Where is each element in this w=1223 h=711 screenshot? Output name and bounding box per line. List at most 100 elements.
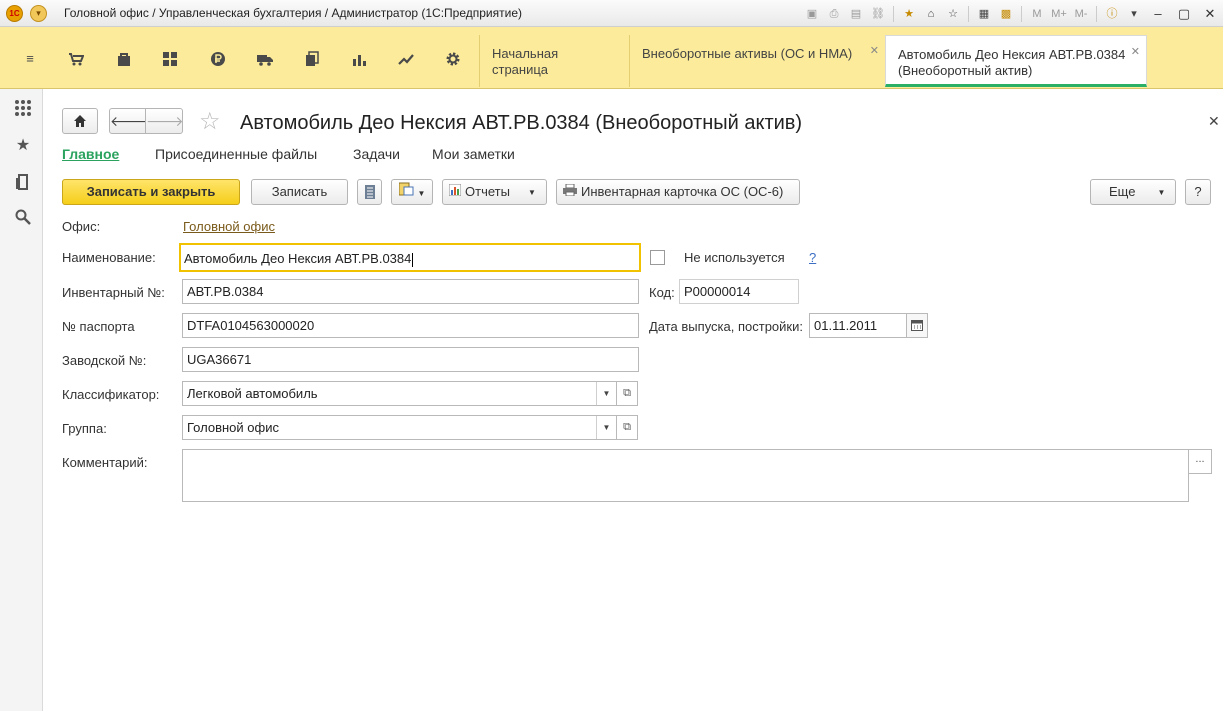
tab-label: Внеоборотные активы (ОС и НМА) xyxy=(642,46,853,61)
favorites-icon[interactable]: ☆ xyxy=(943,4,963,24)
cart-icon[interactable] xyxy=(68,51,85,67)
all-functions-icon[interactable] xyxy=(14,99,32,117)
chevron-down-icon[interactable]: ▼ xyxy=(596,382,616,405)
forward-button[interactable]: 🡒 xyxy=(145,108,184,134)
separator xyxy=(893,5,894,22)
print-icon[interactable]: ⎙ xyxy=(824,4,844,24)
calculator-icon[interactable]: ▦ xyxy=(974,4,994,24)
open-group-button[interactable]: ⧉ xyxy=(616,415,638,440)
star-outline-icon[interactable]: ☆ xyxy=(199,110,221,134)
group-input[interactable]: Головной офис ▼ xyxy=(182,415,617,440)
separator xyxy=(1021,5,1022,22)
favorites-add-icon[interactable]: ★ xyxy=(899,4,919,24)
release-date-input[interactable]: 01.11.2011 xyxy=(809,313,907,338)
section-my-notes[interactable]: Мои заметки xyxy=(432,146,515,162)
save-icon[interactable]: ▣ xyxy=(802,4,822,24)
name-value: Автомобиль Део Нексия АВТ.РВ.0384 xyxy=(184,251,412,266)
classifier-value: Легковой автомобиль xyxy=(187,386,318,401)
help-button[interactable]: ? xyxy=(1185,179,1211,205)
bag-icon[interactable] xyxy=(116,51,132,67)
section-tasks[interactable]: Задачи xyxy=(353,146,400,162)
memory-m-icon[interactable]: M xyxy=(1027,4,1047,24)
window-titlebar: 1С ▾ Головной офис / Управленческая бухг… xyxy=(0,0,1223,27)
code-label: Код: xyxy=(649,285,675,300)
maximize-icon[interactable]: ▢ xyxy=(1171,4,1197,24)
office-link[interactable]: Головной офис xyxy=(183,219,275,234)
memory-plus-icon[interactable]: M+ xyxy=(1049,4,1069,24)
code-input[interactable]: Р00000014 xyxy=(679,279,799,304)
tab-label: Начальная страница xyxy=(492,46,559,77)
section-attached-files[interactable]: Присоединенные файлы xyxy=(155,146,317,162)
warehouse-icon[interactable] xyxy=(162,51,178,67)
release-date-label: Дата выпуска, постройки: xyxy=(649,319,803,334)
truck-icon[interactable] xyxy=(257,51,273,67)
menu-icon[interactable]: ≡ xyxy=(22,51,38,67)
office-label: Офис: xyxy=(62,219,101,234)
group-label: Группа: xyxy=(62,421,107,436)
window-title: Головной офис / Управленческая бухгалтер… xyxy=(64,6,523,20)
separator xyxy=(1096,5,1097,22)
home-button[interactable] xyxy=(62,108,98,134)
memory-minus-icon[interactable]: M- xyxy=(1071,4,1091,24)
calendar-button[interactable] xyxy=(906,313,928,338)
save-button[interactable]: Записать xyxy=(251,179,348,205)
chevron-down-icon[interactable]: ▾ xyxy=(1124,4,1144,24)
open-classifier-button[interactable]: ⧉ xyxy=(616,381,638,406)
minimize-icon[interactable]: – xyxy=(1145,4,1171,24)
gear-icon[interactable] xyxy=(445,51,461,67)
inventory-card-button[interactable]: Инвентарная карточка ОС (ОС-6) xyxy=(556,179,800,205)
name-label: Наименование: xyxy=(62,250,156,265)
sections-bar: ≡ Начальная страница Внеоборотные активы… xyxy=(0,27,1223,89)
more-button[interactable]: Еще ▼ xyxy=(1090,179,1176,205)
name-input[interactable]: Автомобиль Део Нексия АВТ.РВ.0384 xyxy=(179,243,641,272)
reports-label: Отчеты xyxy=(465,184,510,199)
close-icon[interactable]: ✕ xyxy=(1131,44,1140,60)
ruble-icon[interactable] xyxy=(210,51,226,67)
group-value: Головной офис xyxy=(187,420,279,435)
not-used-label: Не используется xyxy=(684,250,785,265)
back-button[interactable]: 🡐 xyxy=(109,108,148,134)
report-icon xyxy=(448,180,462,204)
favorites-star-icon[interactable]: ★ xyxy=(14,137,32,155)
reports-button[interactable]: Отчеты ▼ xyxy=(442,179,547,205)
chevron-down-icon: ▼ xyxy=(417,189,426,198)
not-used-checkbox[interactable] xyxy=(650,250,665,265)
print-icon xyxy=(563,180,577,204)
classifier-input[interactable]: Легковой автомобиль ▼ xyxy=(182,381,617,406)
create-based-on-button[interactable]: ▼ xyxy=(391,179,433,205)
app-logo-icon[interactable]: 1С xyxy=(6,5,23,22)
link-icon[interactable]: ⛓ xyxy=(868,4,888,24)
passport-input[interactable]: DTFA0104563000020 xyxy=(182,313,639,338)
help-link[interactable]: ? xyxy=(809,250,816,265)
create-based-icon xyxy=(398,180,414,204)
tab-fixed-assets[interactable]: Внеоборотные активы (ОС и НМА) ✕ xyxy=(629,35,885,87)
comment-expand-button[interactable]: ... xyxy=(1188,449,1212,474)
page-title: Автомобиль Део Нексия АВТ.РВ.0384 (Внеоб… xyxy=(240,112,803,134)
close-icon[interactable]: ✕ xyxy=(1208,113,1220,130)
structure-button[interactable] xyxy=(357,179,382,205)
bar-chart-icon[interactable] xyxy=(351,51,367,67)
trend-icon[interactable] xyxy=(398,51,414,67)
comment-textarea[interactable] xyxy=(182,449,1189,502)
tab-label: Автомобиль Део Нексия АВТ.РВ.0384 (Внеоб… xyxy=(898,47,1126,78)
preview-icon[interactable]: ▤ xyxy=(846,4,866,24)
factory-number-input[interactable]: UGA36671 xyxy=(182,347,639,372)
history-list-icon[interactable] xyxy=(14,173,32,191)
chevron-down-icon[interactable]: ▼ xyxy=(596,416,616,439)
info-icon[interactable]: ⓘ xyxy=(1102,4,1122,24)
tab-home[interactable]: Начальная страница xyxy=(479,35,629,87)
titlebar-tools: ▣ ⎙ ▤ ⛓ ★ ⌂ ☆ ▦ ▩ M M+ M- ⓘ ▾ – ▢ ✕ xyxy=(801,3,1223,24)
main-menu-icon[interactable]: ▾ xyxy=(30,5,47,22)
inventory-number-input[interactable]: АВТ.РВ.0384 xyxy=(182,279,639,304)
search-icon[interactable] xyxy=(14,209,32,227)
save-and-close-button[interactable]: Записать и закрыть xyxy=(62,179,240,205)
documents-icon[interactable] xyxy=(304,51,320,67)
close-window-icon[interactable]: ✕ xyxy=(1197,4,1223,24)
close-icon[interactable]: ✕ xyxy=(870,43,879,59)
calendar-icon[interactable]: ▩ xyxy=(996,4,1016,24)
section-main[interactable]: Главное xyxy=(62,146,119,162)
passport-label: № паспорта xyxy=(62,319,135,334)
inventory-number-label: Инвентарный №: xyxy=(62,285,165,300)
history-icon[interactable]: ⌂ xyxy=(921,4,941,24)
tab-current-asset[interactable]: Автомобиль Део Нексия АВТ.РВ.0384 (Внеоб… xyxy=(885,35,1147,87)
